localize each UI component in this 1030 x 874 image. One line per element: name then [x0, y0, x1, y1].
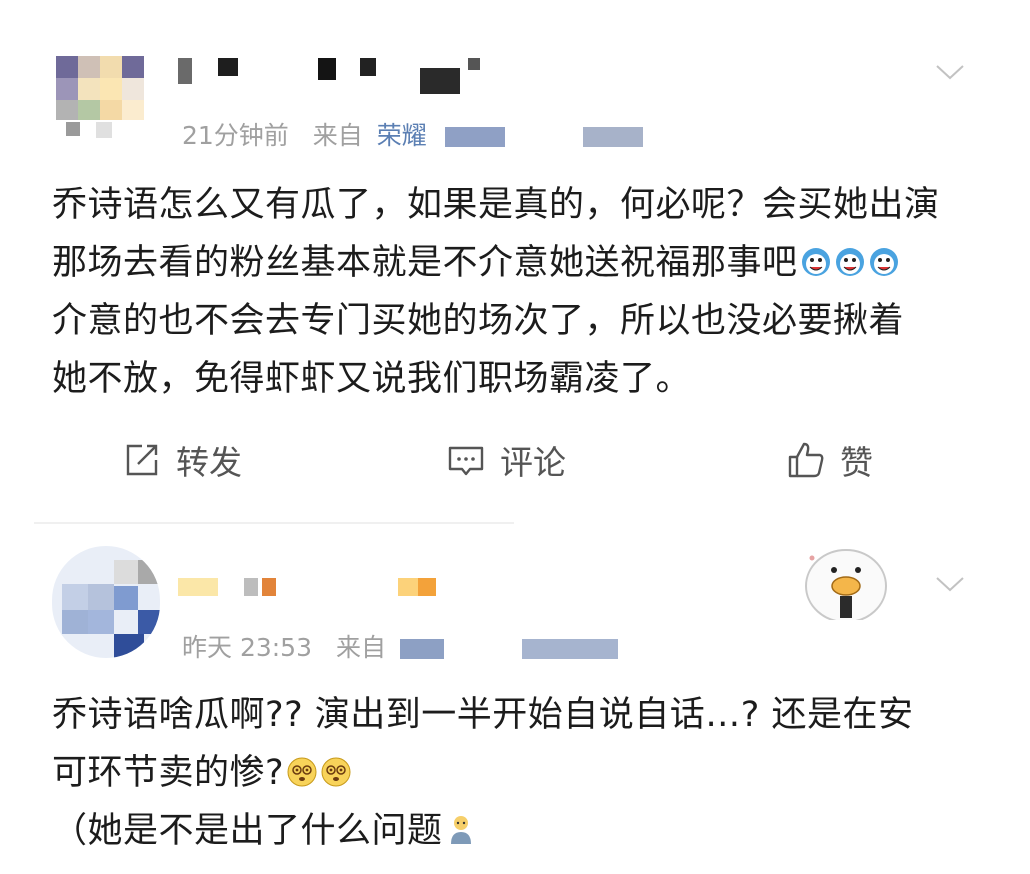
laughing-tears-emoji	[835, 248, 864, 276]
username-redacted[interactable]	[178, 578, 448, 604]
post-content: 乔诗语啥瓜啊?? 演出到一半开始自说自话…? 还是在安 可环节卖的惨? （她是不…	[52, 686, 992, 860]
post-meta: 21分钟前 来自 荣耀	[182, 116, 659, 152]
redacted-block	[521, 639, 618, 659]
post-2: 昨天 23:53 来自 乔诗语啥瓜啊?? 演出到一半开始自说自话…? 还是在安 …	[0, 520, 1030, 874]
post-time: 昨天 23:53	[182, 633, 312, 662]
content-line-with-emoji: 可环节卖的惨?	[52, 744, 992, 802]
repost-button[interactable]: 转发	[122, 436, 242, 484]
action-bar: 转发 评论 赞	[0, 436, 1030, 486]
redacted-block	[444, 127, 505, 147]
content-line-with-emoji: （她是不是出了什么问题	[52, 802, 992, 860]
post-meta: 昨天 23:53 来自	[182, 628, 634, 664]
content-line: 她不放，免得虾虾又说我们职场霸凌了。	[52, 359, 692, 399]
username-redacted[interactable]	[178, 58, 498, 94]
thumbs-up-icon	[788, 442, 824, 478]
laughing-tears-emoji	[869, 248, 898, 276]
post-content: 乔诗语怎么又有瓜了，如果是真的，何必呢？会买她出演 那场去看的粉丝基本就是不介意…	[52, 176, 992, 408]
laughing-tears-emoji	[801, 248, 830, 276]
dizzy-eyes-emoji	[287, 757, 317, 787]
redacted-block	[399, 639, 444, 659]
goose-sticker	[805, 549, 887, 620]
content-line: 介意的也不会去专门买她的场次了，所以也没必要揪着	[52, 301, 905, 341]
comment-button[interactable]: 评论	[446, 436, 566, 484]
source-label: 来自	[312, 121, 363, 150]
avatar[interactable]	[56, 56, 156, 156]
content-line: 乔诗语啥瓜啊?? 演出到一半开始自说自话…? 还是在安	[52, 695, 914, 735]
chevron-down-icon[interactable]	[934, 568, 966, 600]
comment-label: 评论	[500, 443, 566, 482]
like-button[interactable]: 赞	[786, 436, 873, 484]
content-line: 乔诗语怎么又有瓜了，如果是真的，何必呢？会买她出演	[52, 185, 940, 225]
redacted-block	[468, 639, 498, 659]
confused-figure-emoji	[450, 816, 471, 844]
content-line-with-emoji: 那场去看的粉丝基本就是不介意她送祝福那事吧	[52, 234, 992, 292]
chevron-down-icon[interactable]	[934, 56, 966, 88]
post-1: 21分钟前 来自 荣耀 乔诗语怎么又有瓜了，如果是真的，何必呢？会买她出演 那场…	[0, 0, 1030, 520]
repost-label: 转发	[176, 443, 242, 482]
redacted-block	[582, 127, 643, 147]
share-edit-icon	[126, 444, 158, 476]
redacted-block	[529, 127, 559, 147]
dizzy-eyes-emoji	[321, 757, 351, 787]
post-time: 21分钟前	[182, 121, 289, 150]
avatar[interactable]	[52, 546, 160, 658]
source-label: 来自	[335, 633, 386, 662]
like-label: 赞	[840, 443, 873, 482]
comment-icon	[448, 446, 484, 476]
device-name[interactable]: 荣耀	[377, 121, 427, 150]
